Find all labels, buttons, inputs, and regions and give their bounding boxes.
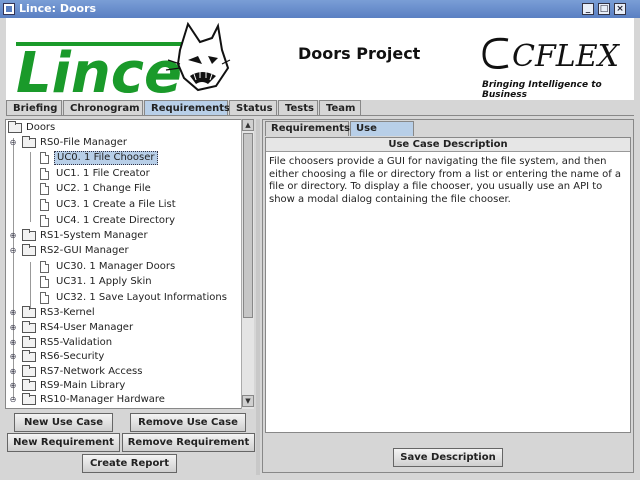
remove-use-case-button[interactable]: Remove Use Case — [130, 413, 246, 432]
create-report-button[interactable]: Create Report — [82, 454, 177, 473]
expand-toggle-icon[interactable]: ⊕ — [9, 229, 17, 243]
folder-icon — [22, 229, 36, 241]
use-case-panel: Requirements Use Cases Use Case Descript… — [262, 119, 634, 473]
folder-icon — [22, 306, 36, 318]
new-requirement-button[interactable]: New Requirement — [7, 433, 120, 452]
save-description-button[interactable]: Save Description — [393, 448, 503, 467]
document-icon — [40, 168, 49, 180]
split-pane-divider[interactable] — [256, 119, 260, 475]
header-banner: Lince Doors Project CFLEX Bringing Intel… — [6, 18, 634, 100]
cflex-tagline: Bringing Intelligence to Business — [482, 80, 602, 100]
expand-toggle-icon[interactable]: ⊕ — [9, 306, 17, 320]
expand-toggle-icon[interactable]: ⊕ — [9, 321, 17, 335]
tab-briefing[interactable]: Briefing — [6, 100, 62, 116]
tab-requirements[interactable]: Requirements — [144, 100, 230, 116]
cflex-logo-text: CFLEX — [512, 39, 621, 74]
folder-icon — [22, 350, 36, 362]
document-icon — [40, 199, 49, 211]
main-tab-bar: Briefing Chronogram Requirements Status … — [6, 100, 634, 116]
new-use-case-button[interactable]: New Use Case — [14, 413, 113, 432]
scrollbar-thumb[interactable] — [243, 133, 253, 318]
close-button[interactable]: × — [614, 3, 626, 15]
lince-logo: Lince — [16, 21, 231, 98]
title-bar: Lince: Doors _ □ × — [0, 0, 640, 18]
tab-separator — [6, 115, 634, 116]
scroll-up-icon[interactable]: ▲ — [242, 119, 254, 131]
document-icon — [40, 152, 49, 164]
subtab-use-cases[interactable]: Use Cases — [350, 121, 414, 148]
folder-icon — [22, 365, 36, 377]
tab-tests[interactable]: Tests — [278, 100, 318, 116]
remove-requirement-button[interactable]: Remove Requirement — [122, 433, 255, 452]
requirements-tree[interactable]: Doors ⊖ RS0-File Manager UC0. 1 File Cho… — [5, 119, 254, 409]
document-icon — [40, 183, 49, 195]
expand-toggle-icon[interactable]: ⊖ — [9, 136, 17, 150]
minimize-button[interactable]: _ — [582, 3, 594, 15]
folder-icon — [22, 379, 36, 391]
document-icon — [40, 276, 49, 288]
tab-team[interactable]: Team — [319, 100, 361, 116]
tree-guide-line — [30, 262, 31, 308]
expand-toggle-icon[interactable]: ⊕ — [9, 336, 17, 350]
lince-logo-text: Lince — [16, 41, 182, 98]
document-icon — [40, 292, 49, 304]
expand-toggle-icon[interactable]: ⊖ — [9, 244, 17, 258]
expand-toggle-icon[interactable]: ⊕ — [9, 350, 17, 364]
description-area[interactable]: Use Case Description File choosers provi… — [265, 137, 631, 433]
expand-toggle-icon[interactable]: ⊖ — [9, 393, 17, 407]
document-icon — [40, 261, 49, 273]
expand-toggle-icon[interactable]: ⊕ — [9, 365, 17, 379]
subtab-requirements[interactable]: Requirements — [265, 121, 350, 136]
folder-icon — [22, 244, 36, 256]
maximize-button[interactable]: □ — [598, 3, 610, 15]
folder-icon — [22, 393, 36, 405]
tree-guide-line — [30, 152, 31, 222]
scroll-down-icon[interactable]: ▼ — [242, 395, 254, 407]
tab-chronogram[interactable]: Chronogram — [63, 100, 143, 116]
description-text[interactable]: File choosers provide a GUI for navigati… — [269, 156, 627, 206]
folder-icon — [22, 336, 36, 348]
folder-icon — [8, 121, 22, 133]
expand-toggle-icon[interactable]: ⊕ — [9, 379, 17, 393]
app-icon — [3, 3, 15, 15]
folder-icon — [22, 321, 36, 333]
document-icon — [40, 215, 49, 227]
folder-icon — [22, 136, 36, 148]
window-title: Lince: Doors — [19, 2, 97, 15]
description-header: Use Case Description — [266, 138, 630, 152]
tree-scrollbar[interactable]: ▲ ▼ — [241, 119, 254, 409]
tab-status[interactable]: Status — [229, 100, 277, 116]
project-title: Doors Project — [298, 44, 421, 63]
